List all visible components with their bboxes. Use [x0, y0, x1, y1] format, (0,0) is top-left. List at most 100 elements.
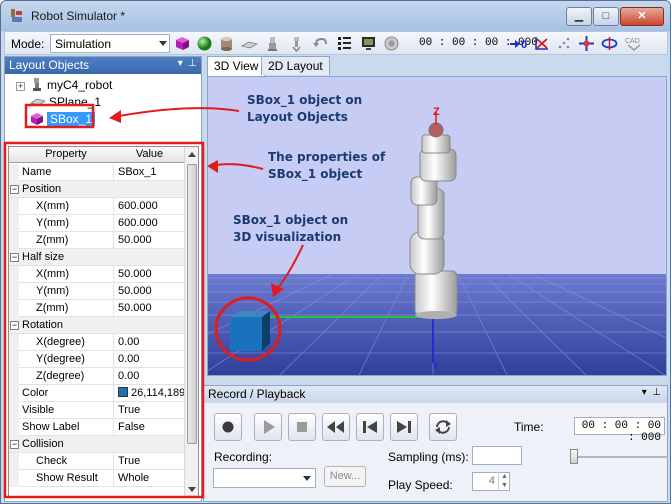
timeline-slider-track[interactable] [570, 456, 668, 458]
layout-objects-header: Layout Objects ▾ ⊥ [5, 57, 201, 74]
move-icon[interactable] [578, 35, 595, 52]
property-value[interactable]: SBox_1 [113, 164, 186, 181]
grid-icon[interactable] [336, 35, 353, 52]
play-speed-label: Play Speed: [388, 478, 453, 492]
property-row[interactable]: Z(mm) 50.000 [9, 300, 186, 317]
property-value[interactable]: 26,114,189 [113, 385, 186, 402]
property-row[interactable]: Z(mm) 50.000 [9, 232, 186, 249]
camera-icon[interactable] [383, 35, 400, 52]
new-recording-button[interactable]: New... [324, 466, 366, 487]
property-value[interactable]: 50.000 [113, 300, 186, 317]
skip-start-button[interactable] [356, 413, 384, 441]
tab-3d-view[interactable]: 3D View [207, 56, 266, 76]
property-category-row[interactable]: − Collision [9, 436, 186, 453]
property-value[interactable]: 0.00 [113, 351, 186, 368]
tab-2d-layout[interactable]: 2D Layout [261, 56, 330, 75]
collapse-icon[interactable]: − [10, 185, 19, 194]
collapse-icon[interactable]: − [10, 321, 19, 330]
scroll-thumb[interactable] [187, 164, 197, 444]
cad-icon[interactable]: CAD [624, 35, 644, 52]
record-button[interactable] [214, 413, 242, 441]
close-button[interactable]: ✕ [620, 7, 664, 26]
tree-item-robot[interactable]: myC4_robot [30, 77, 112, 94]
z-axis-label: Z [433, 106, 440, 118]
property-value[interactable]: 600.000 [113, 198, 186, 215]
property-row[interactable]: Y(mm) 50.000 [9, 283, 186, 300]
property-value[interactable]: True [113, 402, 186, 419]
scroll-down-icon[interactable] [188, 487, 196, 492]
recording-select[interactable] [213, 468, 316, 488]
property-value[interactable]: 600.000 [113, 215, 186, 232]
tree-expand-toggle[interactable]: + [16, 82, 25, 91]
property-row[interactable]: X(degree) 0.00 [9, 334, 186, 351]
row-gutter [9, 232, 19, 249]
plane-icon[interactable] [241, 35, 258, 52]
property-category-row[interactable]: − Position [9, 181, 186, 198]
property-value[interactable]: Whole [113, 470, 186, 487]
property-row[interactable]: Y(degree) 0.00 [9, 351, 186, 368]
maximize-button[interactable]: □ [593, 7, 619, 26]
skip-end-button[interactable] [390, 413, 418, 441]
tree-item-label: SPlane_1 [49, 95, 102, 109]
property-category-row[interactable]: − Half size [9, 249, 186, 266]
mode-select[interactable]: Simulation [50, 34, 170, 53]
panel-pin-icon[interactable]: ▾ ⊥ [642, 387, 661, 398]
rotate-icon[interactable] [601, 35, 618, 52]
layout-tree: + myC4_robot SPlane_1 SBox_1 [5, 75, 201, 141]
sbox-3d-object[interactable] [230, 311, 270, 351]
property-value[interactable]: 0.00 [113, 334, 186, 351]
row-gutter [9, 300, 19, 317]
property-row[interactable]: Show Label False [9, 419, 186, 436]
green-sphere-icon[interactable] [196, 35, 213, 52]
property-row[interactable]: Z(degree) 0.00 [9, 368, 186, 385]
property-row[interactable]: X(mm) 600.000 [9, 198, 186, 215]
tree-item-plane[interactable]: SPlane_1 [30, 94, 101, 111]
loop-button[interactable] [429, 413, 457, 441]
play-speed-spinner[interactable]: ▲ ▼ [498, 472, 510, 491]
property-value[interactable]: False [113, 419, 186, 436]
timeline-slider-thumb[interactable] [570, 449, 578, 464]
collapse-icon[interactable]: − [10, 440, 19, 449]
monitor-icon[interactable] [360, 35, 377, 52]
property-row[interactable]: Y(mm) 600.000 [9, 215, 186, 232]
property-category-row[interactable]: − Rotation [9, 317, 186, 334]
layout-objects-panel: Layout Objects ▾ ⊥ + myC4_robot SPlane_1… [4, 56, 202, 502]
panel-pin-icon[interactable]: ▾ ⊥ [178, 58, 197, 69]
cylinder-icon[interactable] [218, 35, 235, 52]
property-name: X(degree) [36, 336, 85, 348]
property-value[interactable]: 50.000 [113, 283, 186, 300]
property-value[interactable]: True [113, 453, 186, 470]
tree-item-label: SBox_1 [47, 112, 96, 126]
minimize-button[interactable]: ▁ [566, 7, 592, 26]
sampling-input[interactable] [472, 446, 522, 465]
rewind-button[interactable] [322, 413, 350, 441]
property-grid-scrollbar[interactable] [184, 147, 198, 497]
property-value[interactable]: 50.000 [113, 232, 186, 249]
property-name: Color [22, 387, 49, 399]
tree-item-box[interactable]: SBox_1 [30, 111, 96, 128]
axis-off-icon[interactable] [533, 35, 550, 52]
property-row[interactable]: Name SBox_1 [9, 164, 186, 181]
tool-icon[interactable] [288, 35, 305, 52]
purple-box-icon[interactable] [174, 35, 191, 52]
property-value[interactable]: 0.00 [113, 368, 186, 385]
collapse-icon[interactable]: − [10, 253, 19, 262]
stop-button[interactable] [288, 413, 316, 441]
row-gutter [9, 215, 19, 232]
reset-zero-icon[interactable]: 0 [508, 35, 530, 52]
scroll-up-icon[interactable] [188, 152, 196, 157]
points-icon[interactable] [556, 35, 573, 52]
property-name: Z(mm) [36, 234, 69, 246]
play-button[interactable] [254, 413, 282, 441]
row-gutter [9, 453, 19, 470]
3d-viewport[interactable]: Y Z SBox_1 object on Layout Objects The … [207, 76, 667, 376]
property-value[interactable]: 50.000 [113, 266, 186, 283]
property-row[interactable]: Color 26,114,189 [9, 385, 186, 402]
row-gutter [9, 470, 19, 487]
robot-icon[interactable] [264, 35, 281, 52]
property-row[interactable]: Visible True [9, 402, 186, 419]
property-row[interactable]: X(mm) 50.000 [9, 266, 186, 283]
property-row[interactable]: Check True [9, 453, 186, 470]
undo-icon[interactable] [312, 35, 329, 52]
property-row[interactable]: Show Result Whole [9, 470, 186, 487]
